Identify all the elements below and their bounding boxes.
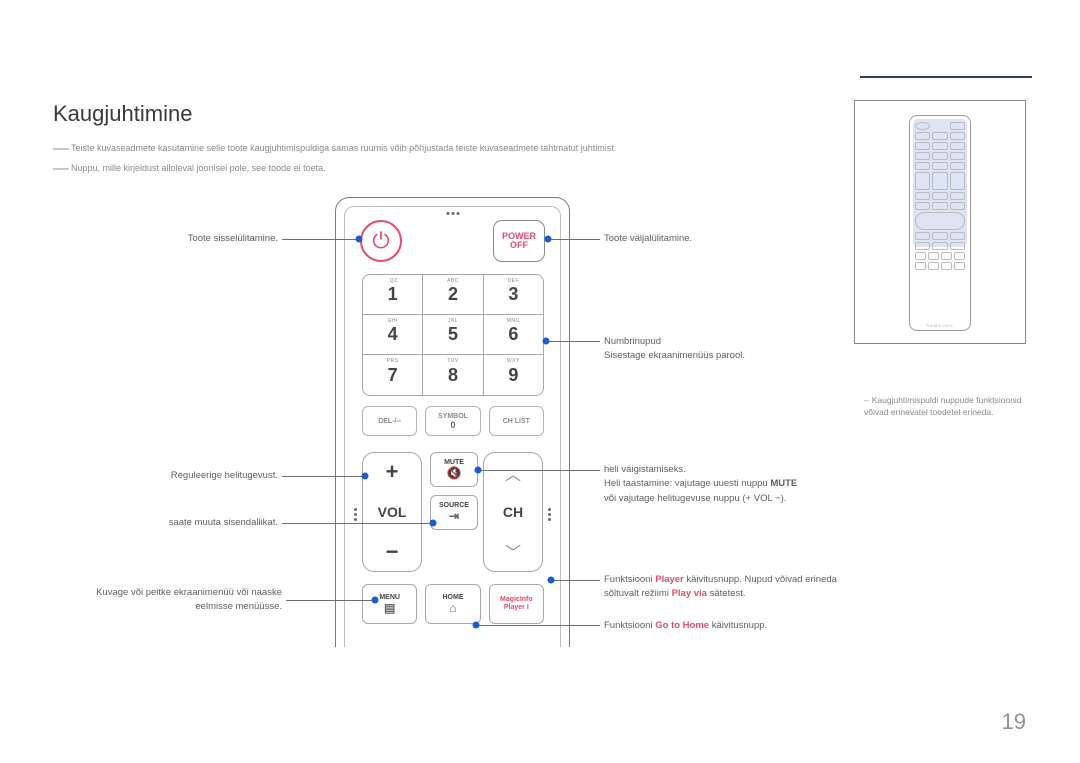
callout-numpad: Numbrinupud Sisestage ekraanimenüüs paro… [604, 335, 834, 364]
callout-home: Funktsiooni Go to Home käivitusnupp. [604, 619, 844, 633]
leader-dot [430, 520, 437, 527]
chlist-button: CH LIST [489, 406, 544, 436]
power-off-button: POWER OFF [493, 220, 545, 262]
leader-dot [545, 236, 552, 243]
callout-menu: Kuvage või peitke ekraanimenüü või naask… [62, 586, 282, 615]
ir-dots [446, 212, 459, 215]
remote-diagram: POWER OFF .QZ1 ABC2 DEF3 GHI4 JKL5 MNO6 … [335, 197, 570, 647]
side-dots-right [548, 508, 551, 521]
source-icon: ⇥ [449, 509, 459, 523]
callout-num-line2: Sisestage ekraanimenüüs parool. [604, 349, 834, 363]
side-note: –Kaugjuhtimispuldi nuppude funktsioonid … [864, 394, 1034, 419]
callout-volume: Reguleerige helitugevust. [98, 469, 278, 483]
side-note-text: Kaugjuhtimispuldi nuppude funktsioonid v… [864, 395, 1022, 417]
leader-dot [548, 577, 555, 584]
numkey-9: WXY9 [484, 355, 543, 395]
home-icon: ⌂ [449, 601, 456, 615]
numkey-7: PRS7 [363, 355, 423, 395]
number-pad: .QZ1 ABC2 DEF3 GHI4 JKL5 MNO6 PRS7 TUV8 … [362, 274, 544, 396]
page-number: 19 [1002, 709, 1026, 735]
source-button: SOURCE ⇥ [430, 495, 478, 530]
mini-remote-frame: SAMSUNG [854, 100, 1026, 344]
ch-label: CH [503, 504, 523, 520]
leader-line [286, 600, 372, 601]
leader-dot [362, 473, 369, 480]
row-del-symbol-chlist: DEL-/-- SYMBOL 0 CH LIST [362, 406, 544, 436]
callout-mute: heli vaigistamiseks. Heli taastamine: va… [604, 463, 844, 506]
callout-power-off: Toote väljalülitamine. [604, 232, 692, 246]
mini-remote-grid [915, 122, 965, 324]
plus-icon: + [386, 461, 399, 483]
callout-mute-line3: või vajutage helitugevuse nuppu (+ VOL −… [604, 492, 844, 506]
numkey-6: MNO6 [484, 315, 543, 355]
leader-line [282, 239, 356, 240]
volume-rocker: + VOL − [362, 452, 422, 572]
leader-line [548, 239, 600, 240]
mute-icon: 🔇 [447, 466, 462, 480]
power-on-button [360, 220, 402, 262]
minus-icon: − [386, 541, 399, 563]
numkey-2: ABC2 [423, 275, 483, 315]
menu-icon: ▤ [384, 601, 395, 615]
mute-button: MUTE 🔇 [430, 452, 478, 487]
page-title: Kaugjuhtimine [53, 101, 192, 127]
numkey-5: JKL5 [423, 315, 483, 355]
power-icon [372, 228, 389, 254]
leader-line [478, 470, 600, 471]
chevron-down-icon: ﹀ [505, 539, 521, 563]
mid-column: MUTE 🔇 SOURCE ⇥ [430, 452, 478, 530]
callout-power-on: Toote sisselülitamine. [98, 232, 278, 246]
callout-num-line1: Numbrinupud [604, 335, 834, 349]
symbol-zero-button: SYMBOL 0 [425, 406, 480, 436]
note-text: Nuppu, mille kirjeldust alloleval joonis… [71, 163, 326, 173]
numkey-3: DEF3 [484, 275, 543, 315]
top-rule [860, 76, 1032, 78]
chevron-up-icon: ︿ [505, 461, 521, 485]
callout-mute-line2: Heli taastamine: vajutage uuesti nuppu M… [604, 477, 844, 491]
leader-dot [473, 622, 480, 629]
leader-dot [356, 236, 363, 243]
numkey-4: GHI4 [363, 315, 423, 355]
leader-line [282, 476, 362, 477]
power-off-label-bottom: OFF [510, 241, 528, 250]
home-button: HOME ⌂ [425, 584, 480, 624]
del-button: DEL-/-- [362, 406, 417, 436]
note-line-2: ―Nuppu, mille kirjeldust alloleval jooni… [53, 158, 326, 180]
leader-line [551, 580, 600, 581]
vol-label: VOL [378, 504, 407, 520]
mini-brand: SAMSUNG [910, 323, 970, 328]
note-text: Teiste kuvaseadmete kasutamine selle too… [71, 143, 616, 153]
leader-line [282, 523, 430, 524]
callout-mute-line1: heli vaigistamiseks. [604, 463, 844, 477]
mini-remote: SAMSUNG [909, 115, 971, 331]
leader-dot [475, 467, 482, 474]
leader-dot [543, 338, 550, 345]
callout-player: Funktsiooni Player käivitusnupp. Nupud v… [604, 573, 844, 602]
side-dots-left [354, 508, 357, 521]
leader-line [546, 341, 600, 342]
leader-dot [372, 597, 379, 604]
numkey-8: TUV8 [423, 355, 483, 395]
magicinfo-button: MagicInfo Player I [489, 584, 544, 624]
leader-line [476, 625, 600, 626]
row-menu-home-magic: MENU ▤ HOME ⌂ MagicInfo Player I [362, 584, 544, 624]
numkey-1: .QZ1 [363, 275, 423, 315]
callout-source: saate muuta sisendallikat. [98, 516, 278, 530]
menu-button: MENU ▤ [362, 584, 417, 624]
